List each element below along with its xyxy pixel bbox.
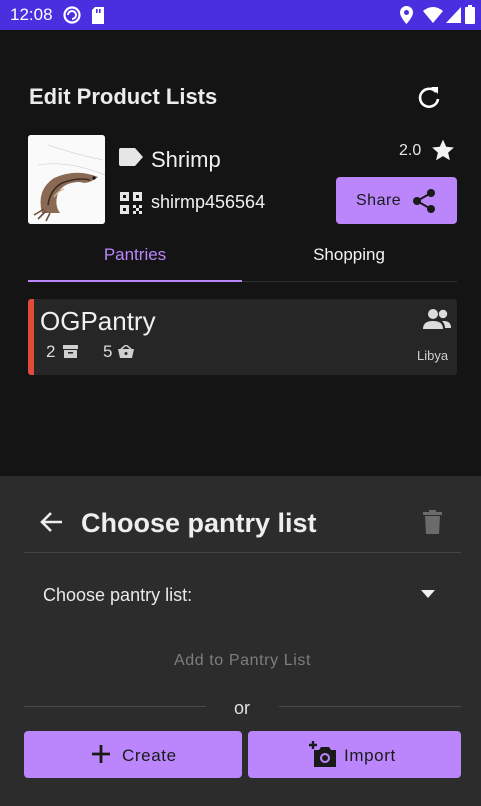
sd-card-icon (92, 7, 104, 24)
delete-icon[interactable] (423, 510, 442, 534)
product-rating: 2.0 (399, 142, 422, 159)
create-label: Create (122, 746, 177, 765)
shrimp-image (28, 135, 105, 224)
or-text: or (234, 698, 251, 718)
plus-icon (92, 745, 110, 763)
pantry-color-bar (28, 299, 34, 375)
pantry-select-dropdown[interactable]: Choose pantry list: (24, 570, 461, 620)
pantry-select-label: Choose pantry list: (43, 585, 193, 605)
tab-shopping[interactable]: Shopping (242, 245, 456, 265)
sheet-title: Choose pantry list (81, 508, 317, 538)
qr-code-icon (120, 192, 142, 214)
pantry-name: OGPantry (40, 306, 156, 336)
share-icon (413, 189, 435, 213)
create-button[interactable]: Create (24, 731, 242, 778)
star-icon[interactable] (430, 138, 456, 163)
back-arrow-icon[interactable] (40, 511, 64, 533)
or-divider-left (24, 706, 206, 707)
tag-icon (119, 148, 143, 166)
product-code: shirmp456564 (151, 192, 266, 212)
share-button[interactable]: Share (336, 177, 457, 224)
sync-status-icon (63, 6, 81, 24)
tab-pantries[interactable]: Pantries (28, 245, 242, 265)
wifi-icon (423, 7, 443, 23)
sheet-divider (24, 552, 461, 553)
status-time: 12:08 (10, 5, 53, 24)
or-divider-right (279, 706, 461, 707)
import-button[interactable]: Import (248, 731, 461, 778)
pantry-storage-count: 2 (46, 342, 56, 361)
tab-indicator (28, 280, 242, 282)
product-name: Shrimp (151, 147, 221, 172)
dropdown-arrow-icon (421, 590, 435, 598)
add-photo-icon (309, 741, 336, 767)
pantry-item-count: 5 (103, 342, 113, 361)
share-label: Share (356, 192, 402, 209)
group-icon (423, 309, 451, 329)
refresh-icon[interactable] (414, 82, 444, 112)
battery-icon (465, 5, 475, 24)
product-image (28, 135, 105, 224)
page-title: Edit Product Lists (29, 84, 218, 109)
archive-box-icon (63, 345, 78, 358)
status-bar: 12:08 (0, 0, 481, 30)
cellular-icon (446, 7, 461, 23)
pantry-country: Libya (417, 348, 449, 363)
import-label: Import (344, 746, 396, 765)
add-to-pantry-button[interactable]: Add to Pantry List (0, 652, 481, 670)
basket-icon (118, 345, 134, 358)
location-icon (400, 6, 413, 24)
